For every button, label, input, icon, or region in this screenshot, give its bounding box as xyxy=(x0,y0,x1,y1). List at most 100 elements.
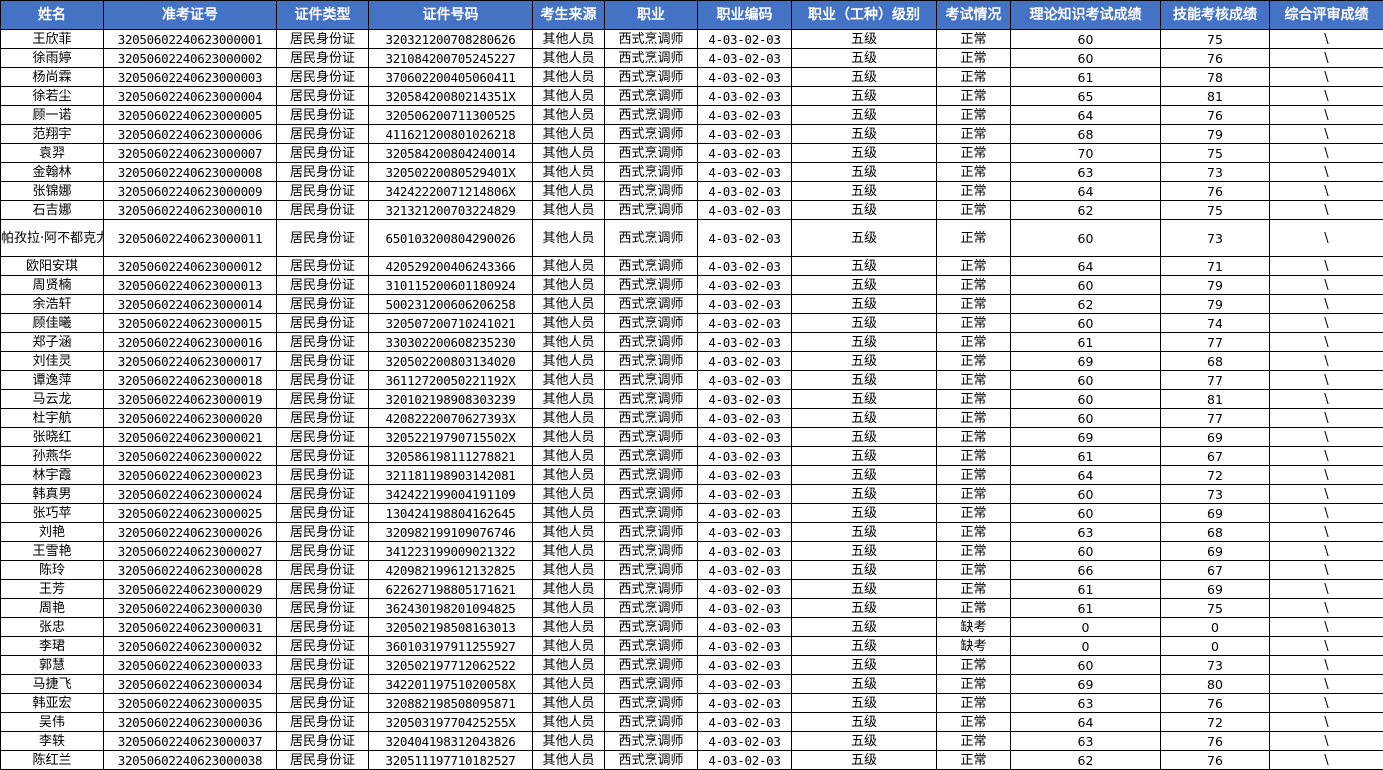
cell-id-type: 居民身份证 xyxy=(277,485,369,504)
cell-review-score: \ xyxy=(1270,352,1383,371)
cell-exam-status: 正常 xyxy=(937,599,1011,618)
cell-occupation-level: 五级 xyxy=(792,580,937,599)
cell-skill-score: 73 xyxy=(1161,220,1270,257)
cell-review-score: \ xyxy=(1270,182,1383,201)
cell-review-score: \ xyxy=(1270,144,1383,163)
cell-review-score: \ xyxy=(1270,580,1383,599)
cell-exam-status: 正常 xyxy=(937,106,1011,125)
cell-theory-score: 63 xyxy=(1011,163,1161,182)
table-row: 马捷飞32050602240623000034居民身份证342201197510… xyxy=(1,675,1383,694)
cell-theory-score: 69 xyxy=(1011,675,1161,694)
cell-theory-score: 66 xyxy=(1011,561,1161,580)
cell-exam-id: 32050602240623000028 xyxy=(104,561,277,580)
cell-occupation-level: 五级 xyxy=(792,314,937,333)
cell-exam-status: 正常 xyxy=(937,295,1011,314)
table-row: 帕孜拉·阿不都克尤木32050602240623000011居民身份证65010… xyxy=(1,220,1383,257)
cell-theory-score: 61 xyxy=(1011,333,1161,352)
cell-candidate-source: 其他人员 xyxy=(533,523,605,542)
cell-name: 杨尚霖 xyxy=(1,68,104,87)
cell-candidate-source: 其他人员 xyxy=(533,409,605,428)
table-row: 刘佳灵32050602240623000017居民身份证320502200803… xyxy=(1,352,1383,371)
cell-skill-score: 78 xyxy=(1161,68,1270,87)
cell-occupation-level: 五级 xyxy=(792,713,937,732)
cell-occupation: 西式烹调师 xyxy=(605,428,698,447)
cell-review-score: \ xyxy=(1270,390,1383,409)
cell-occupation-code: 4-03-02-03 xyxy=(698,485,792,504)
cell-exam-status: 正常 xyxy=(937,220,1011,257)
cell-skill-score: 72 xyxy=(1161,713,1270,732)
cell-id-type: 居民身份证 xyxy=(277,656,369,675)
cell-id-number: 32052219790715502X xyxy=(369,428,533,447)
cell-exam-status: 正常 xyxy=(937,447,1011,466)
cell-theory-score: 69 xyxy=(1011,352,1161,371)
cell-id-number: 32050319770425255X xyxy=(369,713,533,732)
cell-occupation: 西式烹调师 xyxy=(605,713,698,732)
cell-review-score: \ xyxy=(1270,447,1383,466)
cell-theory-score: 0 xyxy=(1011,637,1161,656)
cell-occupation: 西式烹调师 xyxy=(605,144,698,163)
cell-occupation-code: 4-03-02-03 xyxy=(698,87,792,106)
cell-skill-score: 69 xyxy=(1161,542,1270,561)
cell-occupation-code: 4-03-02-03 xyxy=(698,675,792,694)
cell-occupation-code: 4-03-02-03 xyxy=(698,542,792,561)
cell-id-type: 居民身份证 xyxy=(277,257,369,276)
cell-exam-id: 32050602240623000011 xyxy=(104,220,277,257)
cell-occupation-level: 五级 xyxy=(792,276,937,295)
cell-id-type: 居民身份证 xyxy=(277,163,369,182)
cell-skill-score: 79 xyxy=(1161,276,1270,295)
cell-review-score: \ xyxy=(1270,163,1383,182)
cell-skill-score: 73 xyxy=(1161,485,1270,504)
cell-skill-score: 74 xyxy=(1161,314,1270,333)
cell-exam-id: 32050602240623000034 xyxy=(104,675,277,694)
cell-name: 刘佳灵 xyxy=(1,352,104,371)
cell-id-type: 居民身份证 xyxy=(277,125,369,144)
cell-candidate-source: 其他人员 xyxy=(533,125,605,144)
cell-occupation: 西式烹调师 xyxy=(605,466,698,485)
cell-id-type: 居民身份证 xyxy=(277,637,369,656)
cell-occupation: 西式烹调师 xyxy=(605,276,698,295)
column-header-exam-status: 考试情况 xyxy=(937,1,1011,30)
cell-exam-id: 32050602240623000013 xyxy=(104,276,277,295)
cell-id-type: 居民身份证 xyxy=(277,428,369,447)
cell-id-type: 居民身份证 xyxy=(277,220,369,257)
cell-exam-id: 32050602240623000008 xyxy=(104,163,277,182)
cell-candidate-source: 其他人员 xyxy=(533,751,605,770)
cell-occupation-level: 五级 xyxy=(792,201,937,220)
cell-occupation: 西式烹调师 xyxy=(605,656,698,675)
cell-id-number: 321181198903142081 xyxy=(369,466,533,485)
cell-exam-id: 32050602240623000004 xyxy=(104,87,277,106)
cell-occupation: 西式烹调师 xyxy=(605,751,698,770)
cell-id-type: 居民身份证 xyxy=(277,49,369,68)
table-row: 马云龙32050602240623000019居民身份证320102198908… xyxy=(1,390,1383,409)
cell-exam-id: 32050602240623000012 xyxy=(104,257,277,276)
cell-exam-id: 32050602240623000010 xyxy=(104,201,277,220)
cell-occupation-code: 4-03-02-03 xyxy=(698,30,792,49)
cell-id-type: 居民身份证 xyxy=(277,409,369,428)
cell-skill-score: 81 xyxy=(1161,390,1270,409)
table-row: 范翔宇32050602240623000006居民身份证411621200801… xyxy=(1,125,1383,144)
cell-skill-score: 77 xyxy=(1161,333,1270,352)
cell-candidate-source: 其他人员 xyxy=(533,68,605,87)
cell-exam-status: 正常 xyxy=(937,201,1011,220)
cell-id-type: 居民身份证 xyxy=(277,87,369,106)
cell-occupation-level: 五级 xyxy=(792,542,937,561)
cell-theory-score: 62 xyxy=(1011,201,1161,220)
cell-occupation: 西式烹调师 xyxy=(605,371,698,390)
cell-skill-score: 76 xyxy=(1161,49,1270,68)
cell-theory-score: 62 xyxy=(1011,295,1161,314)
cell-theory-score: 60 xyxy=(1011,542,1161,561)
cell-occupation-level: 五级 xyxy=(792,257,937,276)
cell-skill-score: 81 xyxy=(1161,87,1270,106)
cell-id-number: 34242220071214806X xyxy=(369,182,533,201)
cell-id-type: 居民身份证 xyxy=(277,276,369,295)
cell-occupation-code: 4-03-02-03 xyxy=(698,390,792,409)
table-row: 张忠32050602240623000031居民身份证3205021985081… xyxy=(1,618,1383,637)
cell-review-score: \ xyxy=(1270,694,1383,713)
cell-id-type: 居民身份证 xyxy=(277,182,369,201)
cell-review-score: \ xyxy=(1270,561,1383,580)
cell-id-number: 320584200804240014 xyxy=(369,144,533,163)
cell-occupation-level: 五级 xyxy=(792,371,937,390)
cell-theory-score: 61 xyxy=(1011,447,1161,466)
cell-candidate-source: 其他人员 xyxy=(533,201,605,220)
cell-theory-score: 63 xyxy=(1011,732,1161,751)
